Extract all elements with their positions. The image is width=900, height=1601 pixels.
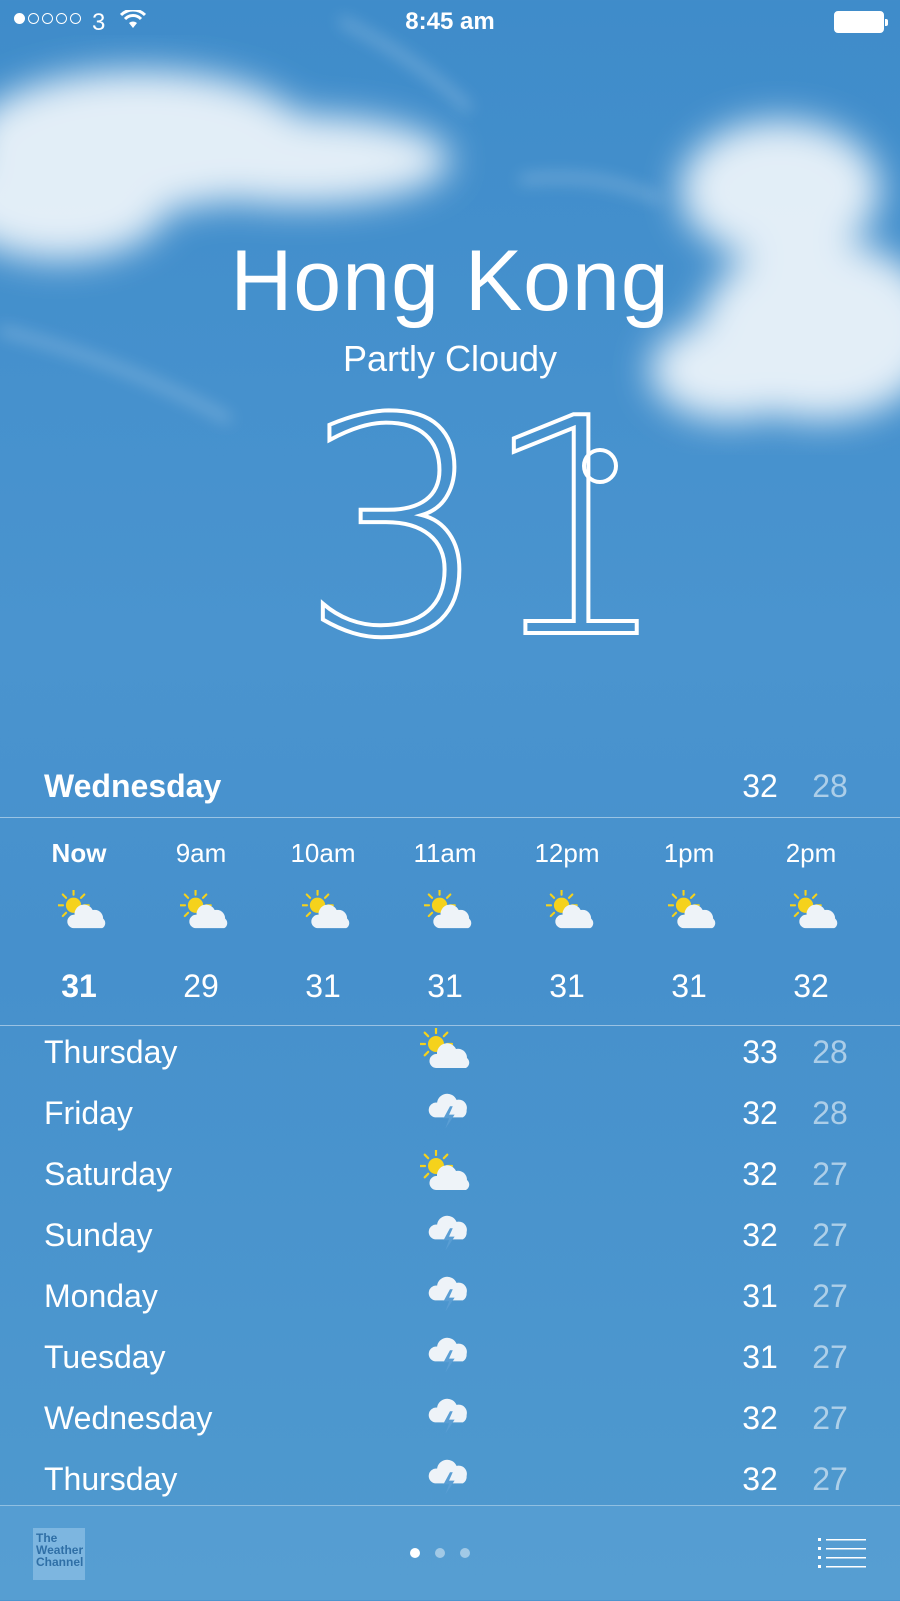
daily-row: Saturday 32 27 bbox=[0, 1146, 900, 1207]
partly-cloudy-icon bbox=[418, 1148, 476, 1199]
thunderstorm-icon bbox=[426, 1211, 474, 1258]
daily-row: Tuesday 31 27 bbox=[0, 1329, 900, 1390]
daily-row: Thursday 33 28 bbox=[0, 1024, 900, 1085]
daily-day-name: Monday bbox=[44, 1278, 158, 1314]
today-low: 28 bbox=[812, 768, 848, 804]
daily-row: Monday 31 27 bbox=[0, 1268, 900, 1329]
thunderstorm-icon bbox=[426, 1394, 474, 1441]
daily-low: 27 bbox=[812, 1461, 848, 1497]
page-indicator[interactable] bbox=[410, 1548, 470, 1558]
current-temperature-value: 31 bbox=[298, 355, 674, 704]
thunderstorm-icon bbox=[426, 1455, 474, 1502]
partly-cloudy-icon bbox=[57, 888, 112, 937]
daily-high: 31 bbox=[742, 1339, 778, 1375]
hourly-item: Now 31 bbox=[18, 820, 140, 1020]
daily-day-name: Sunday bbox=[44, 1217, 153, 1253]
today-high: 32 bbox=[742, 768, 778, 804]
hourly-item: 12pm 31 bbox=[506, 820, 628, 1020]
daily-high: 33 bbox=[742, 1034, 778, 1070]
hourly-temperature: 31 bbox=[549, 968, 585, 1004]
partly-cloudy-icon bbox=[418, 1026, 476, 1077]
thunderstorm-icon bbox=[426, 1333, 474, 1380]
daily-day-name: Thursday bbox=[44, 1034, 178, 1070]
today-summary: Wednesday 32 28 bbox=[0, 760, 900, 816]
page-dot[interactable] bbox=[460, 1548, 470, 1558]
hourly-item: 11am 31 bbox=[384, 820, 506, 1020]
hourly-temperature: 31 bbox=[671, 968, 707, 1004]
daily-day-name: Tuesday bbox=[44, 1339, 166, 1375]
city-list-icon[interactable] bbox=[818, 1536, 866, 1568]
daily-row: Friday 32 28 bbox=[0, 1085, 900, 1146]
hourly-time-label: 12pm bbox=[534, 838, 600, 868]
hourly-item: 10am 31 bbox=[262, 820, 384, 1020]
city-name: Hong Kong bbox=[230, 233, 670, 329]
thunderstorm-icon bbox=[426, 1272, 474, 1319]
partly-cloudy-icon bbox=[667, 888, 722, 937]
daily-high: 31 bbox=[742, 1278, 778, 1314]
page-dot[interactable] bbox=[435, 1548, 445, 1558]
hourly-temperature: 32 bbox=[793, 968, 829, 1004]
partly-cloudy-icon bbox=[545, 888, 600, 937]
daily-forecast-list[interactable]: Thursday 33 28 Friday 32 28 Saturday 32 27 Sunday… bbox=[0, 1024, 900, 1504]
thunderstorm-icon bbox=[426, 1089, 474, 1136]
daily-high: 32 bbox=[742, 1400, 778, 1436]
divider bbox=[0, 817, 900, 818]
hourly-item: 9am 29 bbox=[140, 820, 262, 1020]
today-day-name: Wednesday bbox=[44, 768, 222, 804]
hourly-temperature: 31 bbox=[61, 968, 97, 1004]
daily-day-name: Thursday bbox=[44, 1461, 178, 1497]
hourly-forecast-scroller[interactable]: Now 31 9am 29 10am 31 11am 31 12pm 31 1pm 31 2pm 32 bbox=[18, 820, 888, 1020]
status-bar: 3 8:45 am bbox=[0, 0, 900, 44]
partly-cloudy-icon bbox=[423, 888, 478, 937]
hourly-time-label: Now bbox=[51, 838, 107, 868]
partly-cloudy-icon bbox=[789, 888, 844, 937]
hourly-time-label: 1pm bbox=[663, 838, 715, 868]
hourly-temperature: 31 bbox=[427, 968, 463, 1004]
hourly-temperature: 29 bbox=[183, 968, 219, 1004]
daily-day-name: Wednesday bbox=[44, 1400, 213, 1436]
degree-icon bbox=[582, 448, 618, 484]
daily-low: 27 bbox=[812, 1217, 848, 1253]
current-temperature: 31 bbox=[298, 378, 674, 690]
partly-cloudy-icon bbox=[301, 888, 356, 937]
daily-low: 27 bbox=[812, 1400, 848, 1436]
daily-high: 32 bbox=[742, 1156, 778, 1192]
daily-low: 28 bbox=[812, 1034, 848, 1070]
daily-row: Wednesday 32 27 bbox=[0, 1390, 900, 1451]
daily-day-name: Friday bbox=[44, 1095, 133, 1131]
hourly-temperature: 31 bbox=[305, 968, 341, 1004]
daily-high: 32 bbox=[742, 1461, 778, 1497]
daily-day-name: Saturday bbox=[44, 1156, 173, 1192]
page-dot[interactable] bbox=[410, 1548, 420, 1558]
daily-row: Thursday 32 27 bbox=[0, 1451, 900, 1504]
daily-low: 28 bbox=[812, 1095, 848, 1131]
battery-icon bbox=[834, 11, 888, 33]
partly-cloudy-icon bbox=[179, 888, 234, 937]
weather-channel-logo[interactable]: The Weather Channel bbox=[33, 1528, 85, 1580]
footer-toolbar: The Weather Channel bbox=[0, 1505, 900, 1601]
hourly-time-label: 2pm bbox=[785, 838, 837, 868]
daily-high: 32 bbox=[742, 1217, 778, 1253]
hourly-time-label: 10am bbox=[290, 838, 356, 868]
daily-row: Sunday 32 27 bbox=[0, 1207, 900, 1268]
hourly-time-label: 11am bbox=[413, 838, 477, 868]
hourly-time-label: 9am bbox=[175, 838, 227, 868]
hourly-item: 2pm 32 bbox=[750, 820, 872, 1020]
status-time: 8:45 am bbox=[405, 8, 495, 35]
hourly-item: 1pm 31 bbox=[628, 820, 750, 1020]
daily-low: 27 bbox=[812, 1278, 848, 1314]
daily-low: 27 bbox=[812, 1339, 848, 1375]
daily-high: 32 bbox=[742, 1095, 778, 1131]
daily-low: 27 bbox=[812, 1156, 848, 1192]
